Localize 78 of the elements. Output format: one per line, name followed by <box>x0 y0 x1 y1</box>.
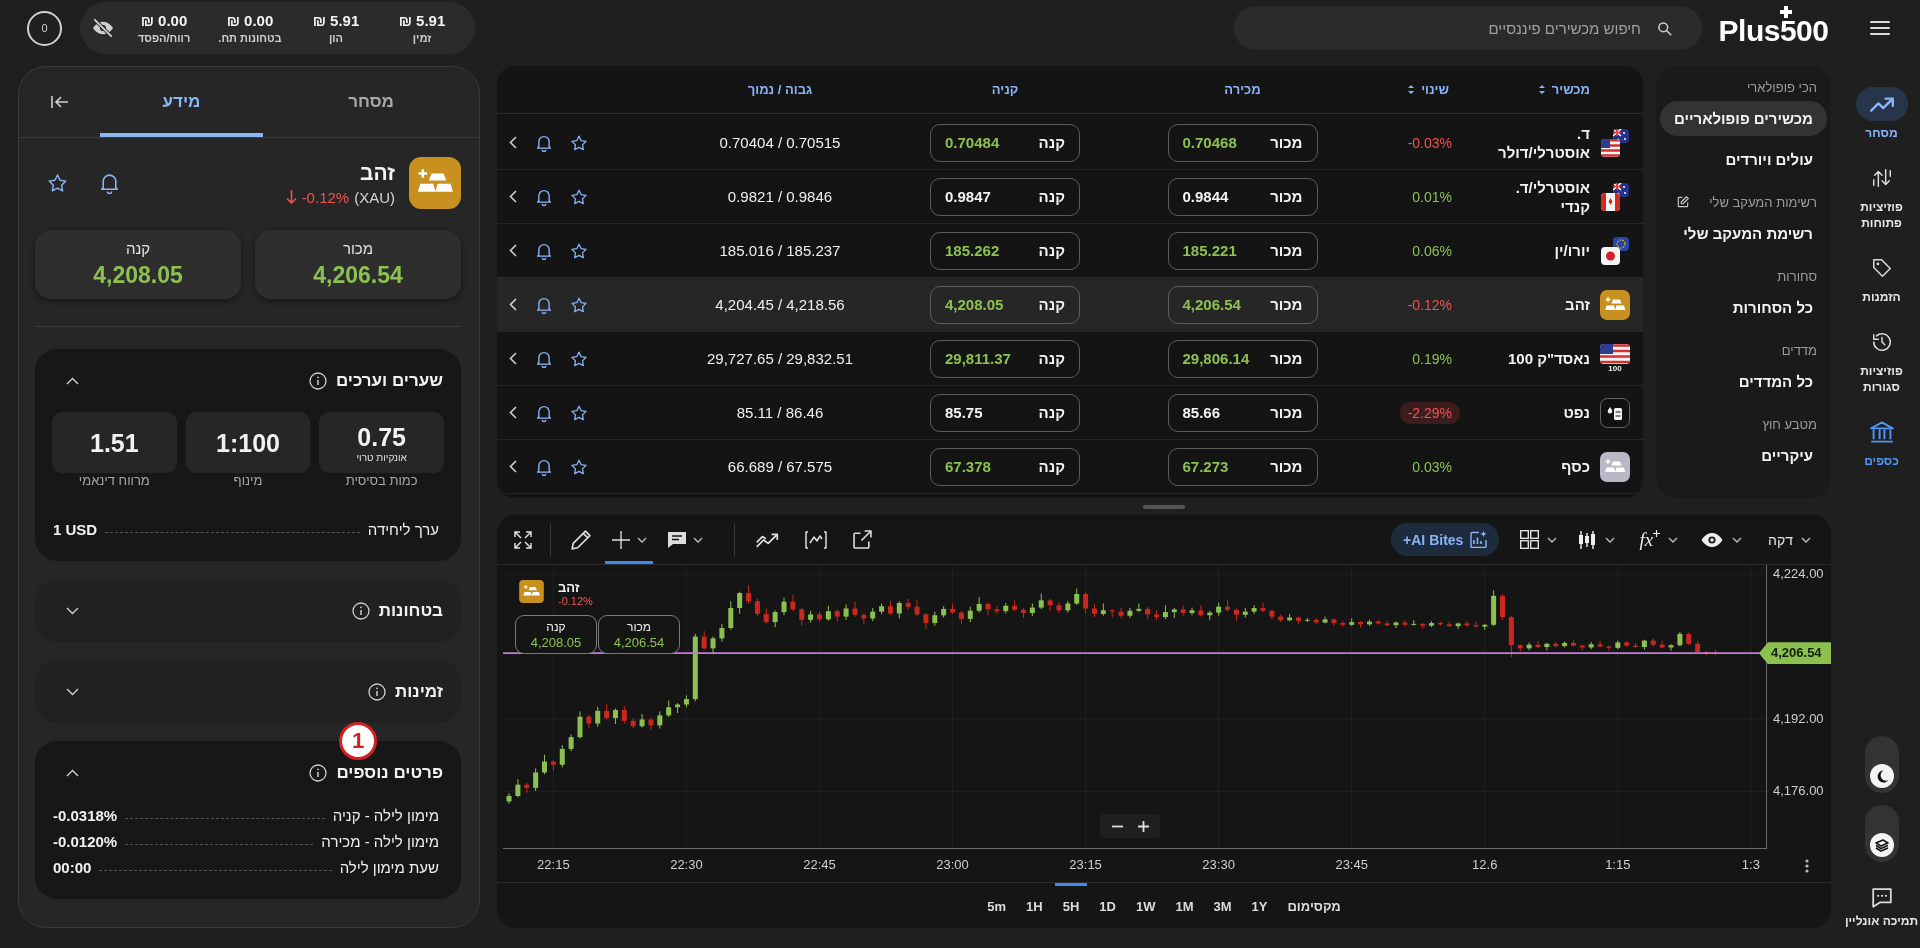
stat-label: מרווח דינאמי <box>77 473 151 489</box>
time-axis-label: 22:45 <box>803 857 836 872</box>
balance-value: ₪ 0.00 <box>226 12 274 29</box>
detail-label: שעת מימון לילה <box>339 858 439 876</box>
time-axis-label: 23:45 <box>1335 857 1368 872</box>
stat-value: 1.51 <box>90 428 139 457</box>
stat-label: כמות בסיסית <box>344 473 419 489</box>
column-header: מכירה <box>1224 82 1261 97</box>
percent-change: -0.12% <box>1407 296 1452 313</box>
current-price-tag: 4,206.54 <box>1759 642 1831 665</box>
balance-value: ₪ 0.00 <box>140 12 188 29</box>
time-axis-label: 1:15 <box>1605 857 1631 872</box>
high-low-range: 29,727.65 / 29,832.51 <box>707 350 853 367</box>
percent-change: -0.12% <box>558 595 593 608</box>
category-heading: מטבע חוץ <box>1762 416 1817 432</box>
time-axis-label: 1:3 <box>1741 857 1760 872</box>
instrument-name: כסף <box>1561 457 1590 476</box>
detail-label: מימון לילה - קניה <box>332 806 439 824</box>
high-low-range: 0.9821 / 0.9846 <box>727 188 833 205</box>
percent-change: 0.06% <box>1412 242 1452 259</box>
high-low-range: 66.689 / 67.575 <box>727 458 833 475</box>
instrument-name: ד. אוסטרלי/דולר <box>1497 123 1590 162</box>
detail-label: מימון לילה - מכירה <box>321 832 439 850</box>
percent-change: -0.12% <box>301 188 350 206</box>
detail-value: 00:00 <box>53 858 92 876</box>
detail-value: -0.0318% <box>53 806 118 824</box>
instrument-symbol: (XAU) <box>354 188 395 206</box>
detail-value: -0.0120% <box>53 832 118 850</box>
percent-change: 0.03% <box>1412 458 1452 475</box>
category-heading: רשימות המעקב שלי <box>1709 194 1817 210</box>
stat-value: 0.75 <box>357 422 406 451</box>
time-axis-label: 23:15 <box>1069 857 1102 872</box>
category-heading: מדדים <box>1781 342 1817 358</box>
instrument-name: יורו/ין <box>1554 241 1590 260</box>
balance-label: רווח/הפסד <box>137 32 191 44</box>
column-header: גבוה / נמוך <box>747 82 813 97</box>
high-low-range: 185.016 / 185.237 <box>719 242 841 259</box>
percent-change: -0.03% <box>1407 134 1452 151</box>
instrument-name: נאסד"ק 100 <box>1507 349 1590 368</box>
percent-change: -2.29% <box>1399 401 1460 424</box>
instrument-name: אוסטרלי/ד. קנדי <box>1514 177 1590 216</box>
instrument-name: זהב <box>1565 295 1590 314</box>
instrument-name: זהב <box>360 160 395 185</box>
balance-value: ₪ 5.91 <box>398 12 446 29</box>
detail-value: 1 USD <box>53 520 98 538</box>
balance-label: זמין <box>412 32 432 44</box>
section-title: שערים וערכים <box>335 370 443 391</box>
instrument-name: זהב <box>558 580 580 595</box>
time-axis-label: 12.6 <box>1472 857 1498 872</box>
step-marker: 1 <box>339 722 377 760</box>
time-axis-label: 22:30 <box>670 857 703 872</box>
price-axis-label: 4,176.00 <box>1773 783 1824 800</box>
column-header: קניה <box>991 82 1019 97</box>
category-heading: הכי פופולארי <box>1746 79 1817 95</box>
percent-change: 0.01% <box>1412 188 1452 205</box>
stat-unit: אונקיות טרוי <box>356 451 407 463</box>
section-title: פרטים נוספים <box>336 762 443 783</box>
balance-label: בטחונות תח. <box>218 32 282 44</box>
balance-label: הון <box>328 32 344 44</box>
balance-value: ₪ 5.91 <box>312 12 360 29</box>
stat-value: 1:100 <box>216 428 280 457</box>
price-axis-label: 4,224.00 <box>1773 566 1824 583</box>
detail-label: ערך ליחידה <box>367 520 439 538</box>
stat-label: מינוף <box>232 473 264 489</box>
price-axis-label: 4,192.00 <box>1773 711 1824 727</box>
instrument-name: נפט <box>1563 403 1590 422</box>
logo-text: Plus500 <box>1718 16 1829 46</box>
section-title: זמינות <box>395 681 443 702</box>
time-axis-label: 22:15 <box>537 857 570 872</box>
category-heading: סחורות <box>1777 268 1817 284</box>
percent-change: 0.19% <box>1412 350 1452 367</box>
high-low-range: 0.70404 / 0.70515 <box>719 134 841 151</box>
section-title: בטחונות <box>378 600 443 621</box>
time-axis-label: 23:30 <box>1202 857 1235 872</box>
high-low-range: 85.11 / 86.46 <box>736 404 824 421</box>
high-low-range: 4,204.45 / 4,218.56 <box>715 296 845 313</box>
index-label: 100 <box>1608 364 1622 373</box>
time-axis-label: 23:00 <box>936 857 969 872</box>
